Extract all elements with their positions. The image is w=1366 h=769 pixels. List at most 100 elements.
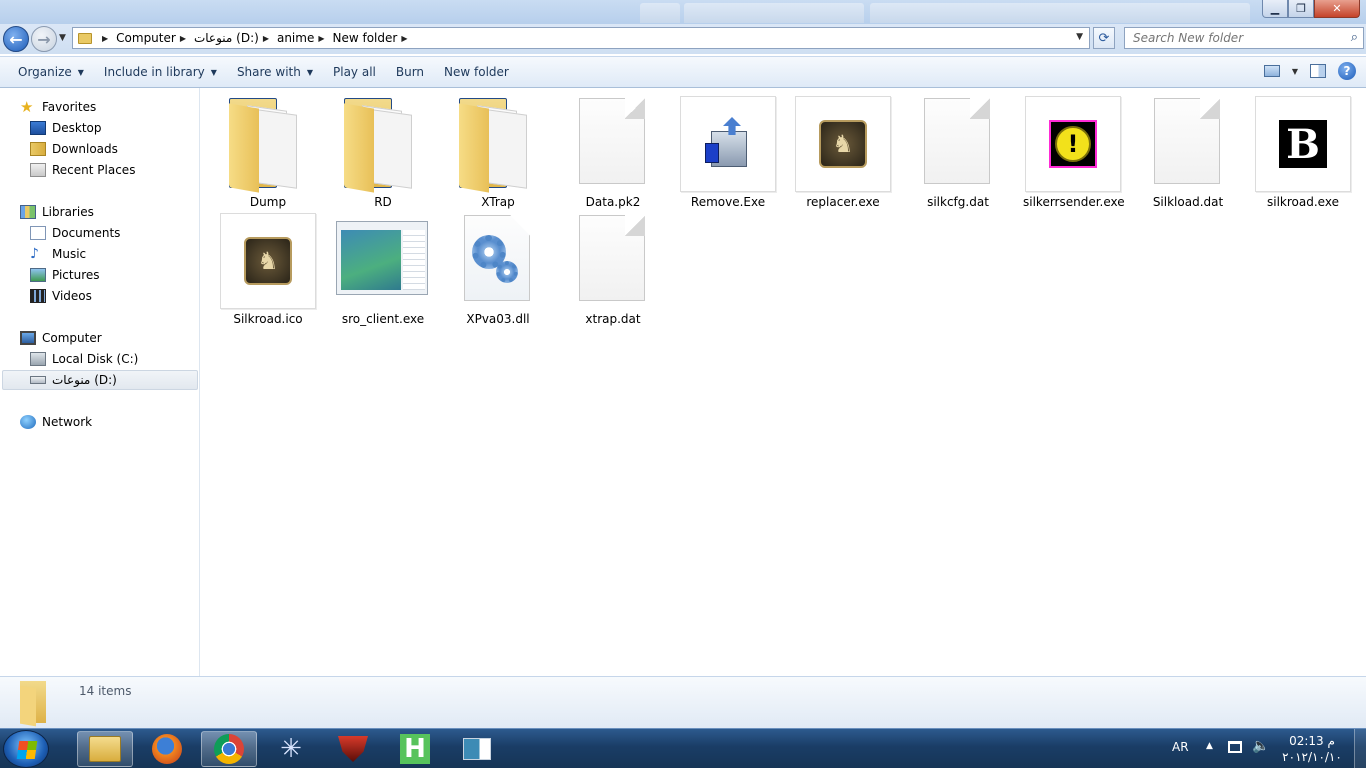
navigation-pane: ★ Favorites Desktop Downloads Recent Pla… [0,88,200,676]
taskbar-firefox[interactable] [139,731,195,767]
file-name: silkcfg.dat [927,195,989,209]
refresh-button[interactable]: ⟳ [1093,27,1115,49]
play-all-button[interactable]: Play all [323,60,386,84]
view-options-dropdown-icon[interactable]: ▼ [1292,67,1298,76]
taskbar-game-app[interactable] [325,731,381,767]
breadcrumb-separator-icon[interactable]: ▶ [180,34,186,43]
file-item[interactable]: RD [333,96,433,210]
folder-icon [20,681,56,727]
sidebar-item-pictures[interactable]: Pictures [30,265,100,285]
libraries-icon [20,205,36,219]
folder-icon [220,96,316,193]
drive-d-label: منوعات (D:) [52,373,117,387]
sidebar-item-network[interactable]: Network [20,412,92,432]
file-item[interactable]: XPva03.dll [448,213,548,327]
gear-file-icon [450,213,546,309]
back-button[interactable]: ← [3,26,29,52]
pictures-icon [30,268,46,282]
burn-button[interactable]: Burn [386,60,434,84]
share-with-menu[interactable]: Share with ▼ [227,60,323,84]
language-indicator[interactable]: AR [1172,740,1189,754]
preview-pane-icon[interactable] [1310,64,1326,78]
breadcrumb-new-folder[interactable]: New folder [333,31,398,45]
explorer-folder-icon [89,736,121,762]
silkroad-emblem-icon: ♞ [795,96,891,192]
breadcrumb-separator-icon[interactable]: ▶ [318,34,324,43]
change-view-icon[interactable] [1263,65,1280,77]
show-hidden-icons-icon[interactable]: ▲ [1206,741,1213,751]
music-icon: ♪ [30,246,39,262]
share-label: Share with [236,65,301,79]
taskbar-explorer[interactable] [77,731,133,767]
search-icon[interactable]: ⌕ [1351,30,1358,45]
search-box[interactable]: ⌕ [1124,27,1364,49]
sidebar-item-music[interactable]: ♪ Music [30,244,86,264]
file-item[interactable]: B silkroad.exe [1253,96,1353,210]
help-icon[interactable]: ? [1338,62,1356,80]
documents-icon [30,226,46,240]
windows-logo-icon [16,741,38,759]
taskbar-spider-app[interactable]: ✳ [263,731,319,767]
search-input[interactable] [1131,30,1341,46]
file-item[interactable]: silkcfg.dat [908,96,1008,210]
file-item[interactable]: Data.pk2 [563,96,663,210]
sidebar-item-drive-d[interactable]: منوعات (D:) [2,370,198,390]
breadcrumb-computer[interactable]: Computer [116,31,176,45]
file-name: Dump [249,195,287,209]
file-item[interactable]: ! silkerrsender.exe [1023,96,1125,210]
taskbar-h-app[interactable]: H [387,731,443,767]
sidebar-item-recent-places[interactable]: Recent Places [30,160,135,180]
file-item[interactable]: XTrap [448,96,548,210]
breadcrumb-anime[interactable]: anime [277,31,314,45]
include-in-library-menu[interactable]: Include in library ▼ [94,60,227,84]
desktop-icon [30,121,46,135]
taskbar-client-window[interactable] [449,731,505,767]
include-label: Include in library [103,65,205,79]
breadcrumb-drive-d[interactable]: منوعات (D:) [194,31,259,45]
taskbar-chrome[interactable] [201,731,257,767]
file-item[interactable]: sro_client.exe [333,213,433,327]
blank-file-icon [1140,96,1236,192]
address-history-dropdown[interactable]: ▼ [1076,32,1083,42]
breadcrumb-separator-icon[interactable]: ▶ [102,34,108,43]
sidebar-item-downloads[interactable]: Downloads [30,139,118,159]
videos-label: Videos [52,289,92,303]
sidebar-item-desktop[interactable]: Desktop [30,118,102,138]
close-button[interactable]: ✕ [1314,0,1360,18]
details-pane: 14 items [0,676,1366,728]
clock[interactable]: 02:13 م ٢٠١٢/١٠/١٠ [1276,733,1348,765]
window-preview-icon [335,213,431,309]
blank-file-icon [565,213,661,309]
file-item[interactable]: Silkload.dat [1138,96,1238,210]
start-button[interactable] [3,730,49,768]
minimize-button[interactable]: ▁ [1262,0,1288,18]
file-name: replacer.exe [806,195,880,209]
volume-icon[interactable]: 🔈 [1252,738,1269,754]
clock-time: 02:13 م [1289,734,1335,748]
local-disk-label: Local Disk (C:) [52,352,139,366]
sidebar-item-favorites[interactable]: ★ Favorites [20,97,96,117]
breadcrumb-separator-icon[interactable]: ▶ [263,34,269,43]
recent-pages-dropdown[interactable]: ▼ [59,33,66,43]
file-item[interactable]: ♞ Silkroad.ico [218,213,318,327]
forward-button[interactable]: → [31,26,57,52]
sidebar-item-computer[interactable]: Computer [20,328,102,348]
address-bar[interactable]: ▶ Computer ▶ منوعات (D:) ▶ anime ▶ New fold… [72,27,1090,49]
spider-icon: ✳ [280,734,302,764]
sidebar-item-documents[interactable]: Documents [30,223,120,243]
sidebar-item-videos[interactable]: Videos [30,286,92,306]
show-desktop-button[interactable] [1354,729,1366,769]
network-tray-icon[interactable] [1228,741,1242,753]
b-logo-icon: B [1255,96,1351,192]
breadcrumb-separator-icon[interactable]: ▶ [401,34,407,43]
file-item[interactable]: ♞ replacer.exe [793,96,893,210]
file-item[interactable]: Dump [218,96,318,210]
organize-menu[interactable]: Organize ▼ [8,60,94,84]
file-item[interactable]: xtrap.dat [563,213,663,327]
maximize-button[interactable]: ❐ [1288,0,1314,18]
new-folder-button[interactable]: New folder [434,60,519,84]
sidebar-item-libraries[interactable]: Libraries [20,202,94,222]
sidebar-item-local-disk-c[interactable]: Local Disk (C:) [30,349,138,369]
chevron-down-icon: ▼ [77,67,84,77]
file-item[interactable]: Remove.Exe [678,96,778,210]
